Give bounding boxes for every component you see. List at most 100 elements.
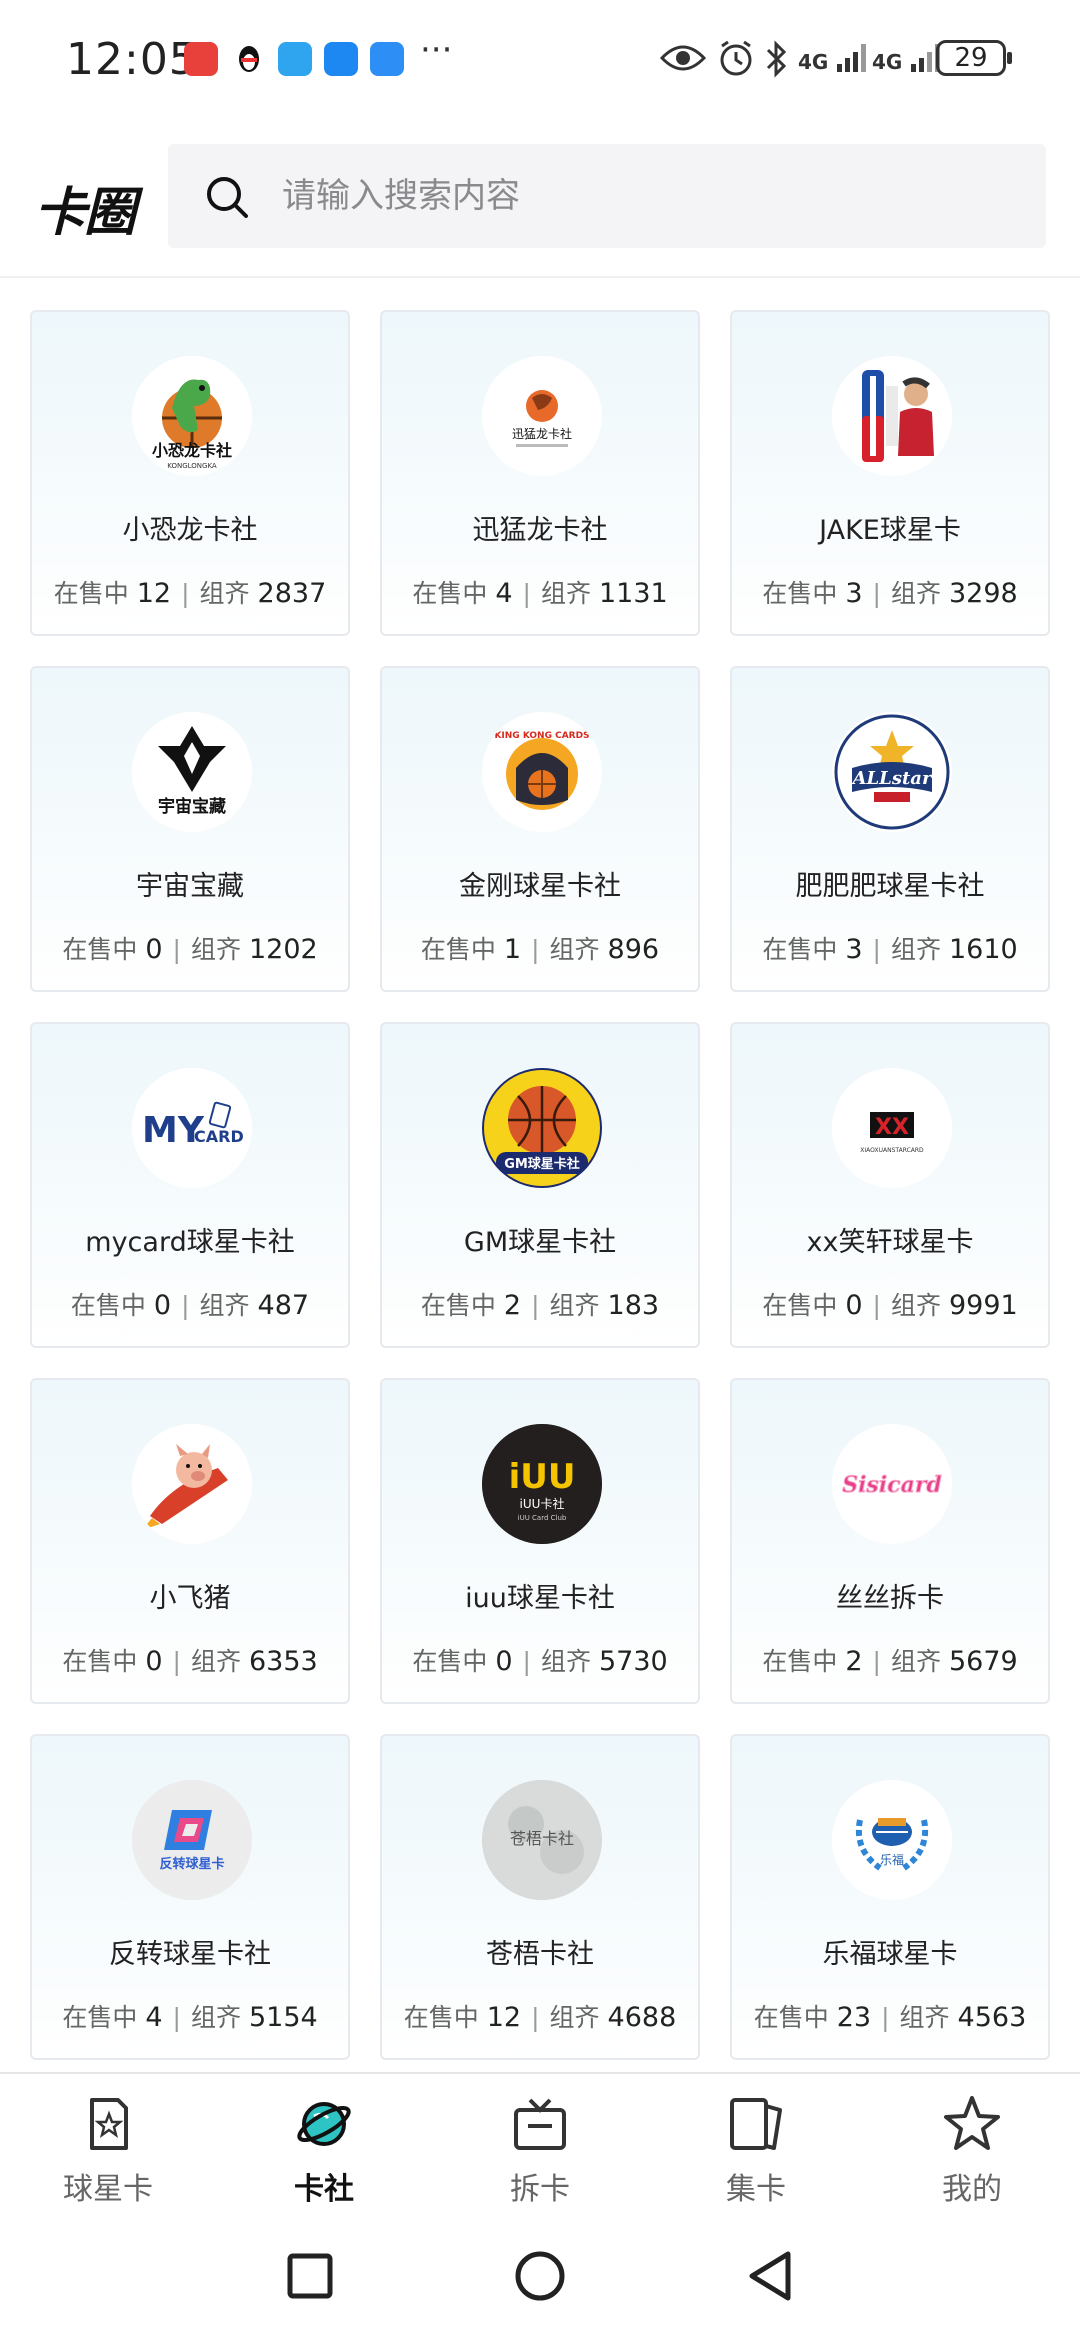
dinosaur-logo-text: 小恐龙卡社: [152, 441, 232, 460]
sisi-logo-text: Sisicard: [842, 1472, 942, 1498]
search-bar[interactable]: [168, 144, 1046, 248]
eye-icon: [660, 45, 706, 71]
tab-collect[interactable]: 集卡: [648, 2074, 864, 2224]
sets-count: 183: [607, 1290, 660, 1321]
reverse-logo: 反转球星卡: [132, 1780, 252, 1900]
on-sale-label: 在售中: [762, 935, 838, 964]
tab-label: 拆卡: [510, 2172, 570, 2207]
club-card[interactable]: GM球星卡社 GM球星卡社 在售中 2 | 组齐 183: [380, 1022, 700, 1348]
tab-label: 卡社: [294, 2172, 354, 2207]
on-sale-count: 23: [836, 2002, 872, 2033]
on-sale-count: 0: [153, 1290, 172, 1321]
xx-logo: XX XIAOXUANSTARCARD: [832, 1068, 952, 1188]
sets-label: 组齐: [190, 2003, 241, 2032]
sisi-logo: Sisicard: [832, 1424, 952, 1544]
on-sale-count: 3: [845, 934, 863, 965]
club-name: mycard球星卡社: [85, 1227, 295, 1258]
club-stats: 在售中 0 | 组齐 487: [32, 1286, 348, 1322]
club-card[interactable]: XX XIAOXUANSTARCARD xx笑轩球星卡 在售中 0 | 组齐 9991: [730, 1022, 1050, 1348]
on-sale-label: 在售中: [62, 935, 138, 964]
home-icon[interactable]: [510, 2246, 570, 2306]
dinosaur-logo: 小恐龙卡社 KONGLONGKA: [132, 356, 252, 476]
club-name: 反转球星卡社: [109, 1939, 271, 1970]
on-sale-count: 0: [845, 1290, 863, 1321]
search-input[interactable]: [282, 168, 982, 224]
club-card[interactable]: Sisicard 丝丝拆卡 在售中 2 | 组齐 5679: [730, 1378, 1050, 1704]
back-icon[interactable]: [740, 2246, 800, 2306]
iuu-logo: iUU iUU卡社 iUU Card Club: [482, 1424, 602, 1544]
on-sale-count: 0: [145, 1646, 163, 1677]
header: 卡圈: [0, 140, 1080, 250]
on-sale-count: 2: [503, 1290, 522, 1321]
stats-separator: |: [531, 2003, 540, 2032]
club-card[interactable]: 宇宙宝藏 宇宙宝藏 在售中 0 | 组齐 1202: [30, 666, 350, 992]
bluetooth-icon: [766, 40, 787, 78]
tv-icon: [514, 2098, 566, 2150]
on-sale-count: 4: [495, 578, 513, 609]
stats-separator: |: [522, 1647, 531, 1676]
status-bar: 12:05 ··· 4G 4G 29: [0, 0, 1080, 120]
on-sale-label: 在售中: [762, 1647, 838, 1676]
club-card[interactable]: 小飞猪 在售中 0 | 组齐 6353: [30, 1378, 350, 1704]
sets-label: 组齐: [549, 2003, 600, 2032]
sets-label: 组齐: [199, 1291, 250, 1320]
allstar-logo: ALLstar: [832, 712, 952, 832]
club-card[interactable]: ALLstar 肥肥肥球星卡社 在售中 3 | 组齐 1610: [730, 666, 1050, 992]
on-sale-count: 4: [145, 2002, 163, 2033]
club-card[interactable]: MY CARD mycard球星卡社 在售中 0 | 组齐 487: [30, 1022, 350, 1348]
tab-label: 我的: [942, 2172, 1002, 2207]
tab-mine[interactable]: 我的: [864, 2074, 1080, 2224]
sets-label: 组齐: [199, 579, 250, 608]
club-name: 迅猛龙卡社: [472, 515, 608, 546]
club-card[interactable]: JAKE球星卡 在售中 3 | 组齐 3298: [730, 310, 1050, 636]
club-card[interactable]: 反转球星卡 反转球星卡社 在售中 4 | 组齐 5154: [30, 1734, 350, 2060]
sets-count: 4563: [957, 2002, 1027, 2033]
club-name: 金刚球星卡社: [459, 871, 621, 902]
stats-separator: |: [172, 2003, 181, 2032]
club-stats: 在售中 2 | 组齐 5679: [732, 1642, 1048, 1678]
stats-separator: |: [522, 579, 531, 608]
xx-logo-subtext: XIAOXUANSTARCARD: [860, 1147, 924, 1154]
stats-separator: |: [881, 2003, 890, 2032]
club-card[interactable]: 迅猛龙卡社 迅猛龙卡社 在售中 4 | 组齐 1131: [380, 310, 700, 636]
sets-count: 5154: [248, 2002, 318, 2033]
allstar-logo-text: ALLstar: [851, 768, 933, 789]
sets-count: 487: [257, 1290, 310, 1321]
app-blue-icon: [278, 42, 312, 76]
on-sale-count: 1: [503, 934, 522, 965]
cangwu-logo-text: 苍梧卡社: [510, 1829, 574, 1848]
club-card[interactable]: 小恐龙卡社 KONGLONGKA 小恐龙卡社 在售中 12 | 组齐 2837: [30, 310, 350, 636]
sets-label: 组齐: [190, 935, 241, 964]
network-type-1: 4G: [798, 50, 829, 74]
on-sale-label: 在售中: [420, 1291, 496, 1320]
tab-star-cards[interactable]: 球星卡: [0, 2074, 216, 2224]
club-card[interactable]: iUU iUU卡社 iUU Card Club iuu球星卡社 在售中 0 | 组齐 5…: [380, 1378, 700, 1704]
club-grid: 小恐龙卡社 KONGLONGKA 小恐龙卡社 在售中 12 | 组齐 2837 迅猛龙卡…: [30, 310, 1050, 2060]
sets-count: 5730: [598, 1646, 668, 1677]
stats-separator: |: [181, 579, 190, 608]
tab-unbox[interactable]: 拆卡: [432, 2074, 648, 2224]
tab-clubs[interactable]: 卡社: [216, 2074, 432, 2224]
club-name: 乐福球星卡: [822, 1939, 958, 1970]
sets-label: 组齐: [890, 1291, 941, 1320]
iuu-logo-subtext-2: iUU Card Club: [518, 1514, 567, 1522]
club-card[interactable]: 苍梧卡社 苍梧卡社 在售中 12 | 组齐 4688: [380, 1734, 700, 2060]
club-card[interactable]: 乐福 乐福球星卡 在售中 23 | 组齐 4563: [730, 1734, 1050, 2060]
sets-label: 组齐: [549, 935, 600, 964]
club-name: 丝丝拆卡: [836, 1583, 944, 1614]
club-stats: 在售中 3 | 组齐 1610: [732, 930, 1048, 966]
universe-logo-text: 宇宙宝藏: [158, 796, 226, 817]
sets-label: 组齐: [190, 1647, 241, 1676]
gm-basketball-logo: GM球星卡社: [482, 1068, 602, 1188]
stats-separator: |: [172, 935, 181, 964]
reverse-logo-text: 反转球星卡: [159, 1856, 224, 1872]
club-name: iuu球星卡社: [465, 1583, 615, 1614]
stats-separator: |: [531, 1291, 540, 1320]
battery-indicator: 29: [936, 40, 1012, 76]
club-card[interactable]: KING KONG CARDS 金刚球星卡社 在售中 1 | 组齐 896: [380, 666, 700, 992]
recent-apps-icon[interactable]: [280, 2246, 340, 2306]
club-name: 小飞猪: [149, 1583, 231, 1614]
on-sale-count: 12: [486, 2002, 522, 2033]
sets-count: 2837: [257, 578, 327, 609]
tab-label: 球星卡: [63, 2172, 153, 2207]
